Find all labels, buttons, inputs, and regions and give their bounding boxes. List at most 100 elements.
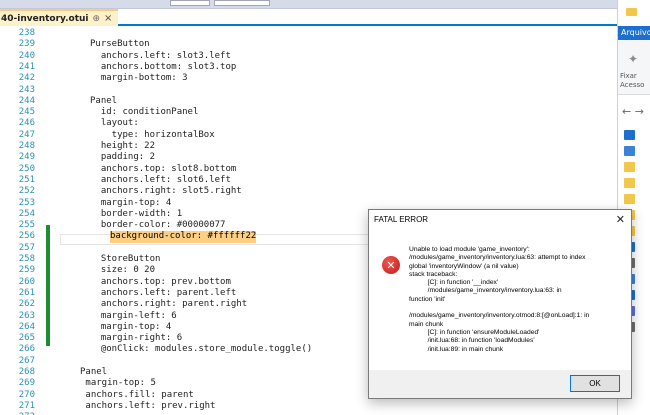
code-line[interactable]: 240 anchors.left: slot3.left <box>0 51 617 62</box>
code-text: anchors.left: slot6.left <box>90 174 231 185</box>
fatal-error-dialog: FATAL ERROR ✕ ✕ Unable to load module 'g… <box>368 209 632 399</box>
code-text: type: horizontalBox <box>90 129 215 140</box>
code-line[interactable]: 252 anchors.right: slot5.right <box>0 186 617 197</box>
ribbon: ✦ Fixar Acesso <box>618 40 650 95</box>
editor-tab[interactable]: 40-inventory.otui ⊕ × <box>0 9 119 26</box>
folder-icon[interactable] <box>624 130 635 140</box>
file-menu-tab[interactable]: Arquivo <box>618 26 650 40</box>
line-number: 240 <box>18 50 35 61</box>
line-number: 263 <box>18 310 35 321</box>
code-line[interactable]: 271 anchors.left: prev.right <box>0 401 617 412</box>
tab-filename: 40-inventory.otui <box>1 13 89 24</box>
line-number: 258 <box>18 254 35 264</box>
code-text: padding: 2 <box>90 152 156 163</box>
code-line[interactable]: 242 margin-bottom: 3 <box>0 73 617 84</box>
folder-icon <box>626 8 637 16</box>
toolbar-strip <box>0 0 617 9</box>
code-text: border-color: #00000077 <box>90 220 226 231</box>
line-number: 250 <box>18 163 35 174</box>
error-message: Unable to load module 'game_inventory': … <box>409 246 590 353</box>
code-line[interactable]: 251 anchors.left: slot6.left <box>0 175 617 186</box>
line-number: 244 <box>18 95 35 106</box>
code-line[interactable]: 239 PurseButton <box>0 39 617 50</box>
code-text: anchors.left: parent.left <box>90 287 237 298</box>
close-icon[interactable]: ✕ <box>616 213 625 226</box>
folder-icon[interactable] <box>624 194 635 204</box>
line-number: 270 <box>18 389 35 400</box>
code-line[interactable]: 241 anchors.bottom: slot3.top <box>0 62 617 73</box>
code-text: margin-top: 4 <box>90 321 172 332</box>
code-text: anchors.left: prev.right <box>80 400 216 411</box>
folder-icon[interactable] <box>624 162 635 172</box>
code-text: anchors.fill: parent <box>80 389 194 400</box>
pin-icon[interactable]: ✦ <box>628 52 638 66</box>
explorer-titlebar <box>618 0 650 26</box>
line-number: 261 <box>18 287 35 298</box>
code-text: margin-left: 6 <box>90 310 177 321</box>
code-text: border-width: 1 <box>90 208 183 219</box>
line-number: 268 <box>18 367 35 377</box>
dialog-footer: OK <box>369 370 631 398</box>
code-text: id: conditionPanel <box>90 107 199 118</box>
line-number: 239 <box>18 39 35 50</box>
ribbon-label: Fixar <box>620 72 637 80</box>
line-number: 255 <box>18 220 35 231</box>
code-line[interactable]: 253 margin-top: 4 <box>0 198 617 209</box>
line-number: 251 <box>18 174 35 185</box>
line-number: 259 <box>18 265 35 276</box>
code-line[interactable]: 247 type: horizontalBox <box>0 130 617 141</box>
dialog-titlebar[interactable]: FATAL ERROR ✕ <box>369 210 631 232</box>
pin-icon[interactable]: ⊕ <box>93 14 101 24</box>
code-line[interactable]: 245 id: conditionPanel <box>0 107 617 118</box>
highlighted-text: background-color: #ffffff22 <box>110 231 257 243</box>
toolbar-combo[interactable] <box>214 0 270 6</box>
code-line[interactable]: 249 padding: 2 <box>0 152 617 163</box>
code-text: anchors.top: slot8.bottom <box>90 163 237 174</box>
tab-bar: 40-inventory.otui ⊕ × <box>0 9 617 26</box>
line-number: 249 <box>18 152 35 163</box>
line-number: 241 <box>18 61 35 72</box>
ok-button[interactable]: OK <box>570 375 620 392</box>
code-text: anchors.right: slot5.right <box>90 186 242 197</box>
back-forward-icon[interactable]: ← → <box>622 105 644 118</box>
line-number: 269 <box>18 378 35 389</box>
dialog-title: FATAL ERROR <box>374 215 429 224</box>
code-line[interactable]: 248 height: 22 <box>0 141 617 152</box>
code-line[interactable]: 250 anchors.top: slot8.bottom <box>0 164 617 175</box>
code-text: margin-top: 4 <box>90 197 172 208</box>
code-text: size: 0 20 <box>90 265 156 276</box>
code-line[interactable]: 246 layout: <box>0 118 617 129</box>
code-text: anchors.left: slot3.left <box>90 50 231 61</box>
ribbon-label: Acesso <box>620 81 645 89</box>
code-text: PurseButton <box>90 39 150 50</box>
line-number: 256 <box>18 231 35 242</box>
code-text: anchors.bottom: slot3.top <box>90 61 237 72</box>
line-number: 238 <box>18 28 35 38</box>
code-line[interactable]: 244 Panel <box>0 96 617 107</box>
line-number: 266 <box>18 344 35 355</box>
line-number: 243 <box>18 84 35 95</box>
code-text: Panel <box>80 367 108 377</box>
folder-icon[interactable] <box>624 146 635 156</box>
code-text: anchors.top: prev.bottom <box>90 276 231 287</box>
folder-icon[interactable] <box>624 178 635 188</box>
code-text: StoreButton <box>90 254 161 264</box>
code-text: margin-top: 5 <box>80 378 156 389</box>
close-icon[interactable]: × <box>104 13 112 24</box>
line-number: 264 <box>18 321 35 332</box>
dialog-body: ✕ Unable to load module 'game_inventory'… <box>369 232 631 370</box>
error-icon: ✕ <box>382 256 400 274</box>
code-line[interactable]: 238 <box>0 28 617 39</box>
line-number: 246 <box>18 118 35 129</box>
line-number: 252 <box>18 186 35 197</box>
code-text: margin-bottom: 3 <box>90 73 188 84</box>
line-number: 267 <box>18 355 35 366</box>
toolbar-combo[interactable] <box>170 0 210 6</box>
line-number: 257 <box>18 242 35 253</box>
line-number: 262 <box>18 299 35 310</box>
code-line[interactable]: 243 <box>0 85 617 96</box>
code-text: layout: <box>90 118 139 129</box>
code-text: margin-right: 6 <box>90 333 183 344</box>
code-text: height: 22 <box>90 141 156 151</box>
